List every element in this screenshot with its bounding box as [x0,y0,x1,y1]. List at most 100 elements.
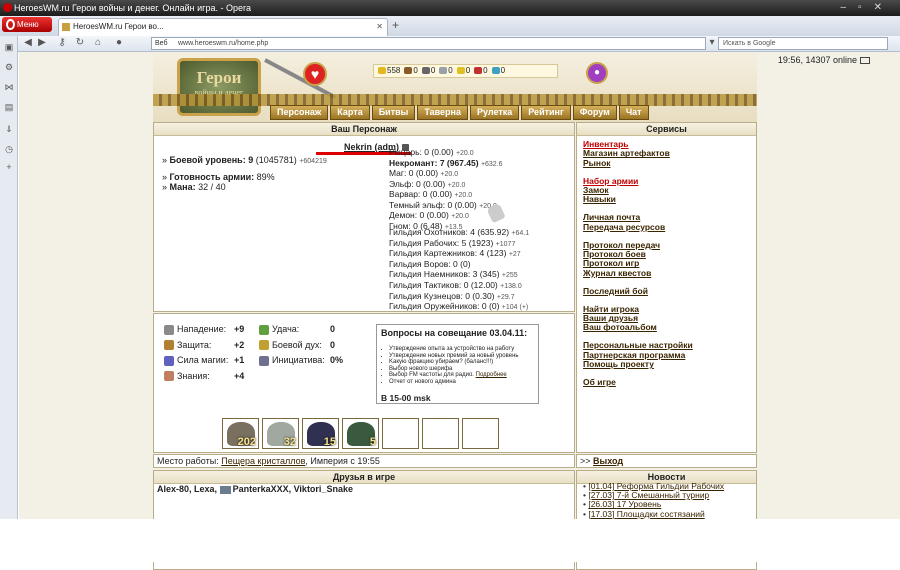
close-tab-icon[interactable]: ✕ [376,19,383,35]
attribute-value: +9 [234,324,245,334]
army-slot[interactable]: 32 [262,418,299,449]
army-ready: » Готовность армии: 89% [162,172,275,182]
army-slot[interactable]: 5 [342,418,379,449]
menu-item-6[interactable]: Рейтинг [521,105,571,120]
wood-icon [404,67,413,75]
faction-skills-list: Рыцарь: 0 (0.00) +20.0 Некромант: 7 (967.… [389,147,503,232]
news-item: [17.03] Площадки состязаний [583,509,724,519]
army-slot[interactable] [382,418,419,449]
settings-icon[interactable]: ⚙ [4,62,14,72]
guild-delta: +138.0 [500,282,522,290]
army-ready-value: 89% [256,172,275,182]
bookmarks-icon[interactable]: ▣ [4,42,14,52]
knowledge-icon [164,371,174,382]
resource-value: 0 [430,66,436,75]
guild-delta: +27 [508,251,521,259]
menu-item-1[interactable]: Персонаж [270,105,329,120]
guild-delta: +1077 [495,240,516,248]
add-panel-icon[interactable]: + [4,162,14,172]
workplace-link[interactable]: Пещера кристаллов [221,456,305,466]
friend-avatar-icon [219,485,231,494]
guild-value: 3 (345) [472,269,500,280]
service-row: Передача ресурсов [583,222,693,232]
window-controls[interactable]: –▫✕ [841,0,895,16]
service-link[interactable]: Передача ресурсов [583,222,665,232]
skill-value: 0 (0.00) [408,168,439,178]
meeting-item: Выбор FM частоты для радио. Подробнее [381,372,534,379]
skill-delta: +20.0 [447,181,466,189]
friends-list-a[interactable]: Alex-80, Lexa, [157,484,217,494]
service-link[interactable]: Ваш фотоальбом [583,322,657,332]
reload-icon[interactable]: ↻ [74,37,86,48]
widgets-icon[interactable]: ⋈ [4,82,14,92]
service-link[interactable]: Журнал квестов [583,268,651,278]
service-row: Журнал квестов [583,268,693,278]
history-icon[interactable]: ◷ [4,144,14,154]
downloads-icon[interactable]: ⇓ [4,124,14,134]
tab-heroeswm[interactable]: HeroesWM.ru Герои во... ✕ [58,18,388,36]
game-logo[interactable]: Герои войны и денег [177,58,261,116]
mana: » Мана: 32 / 40 [162,182,226,192]
key-icon[interactable]: ⚷ [56,37,68,48]
attribute-value: 0% [330,355,344,366]
back-icon[interactable]: ◀ [22,37,34,48]
guild-delta: +255 [501,272,518,280]
attribute-row: Инициатива: 0% [259,353,343,369]
opera-menu-button[interactable]: Меню [2,17,52,32]
mail-icon[interactable] [860,57,870,65]
opera-side-panel: ▣ ⚙ ⋈ ▤ ⇓ ◷ + [0,36,18,562]
attribute-row: Защита: +2 [164,338,244,354]
menu-item-7[interactable]: Форум [572,105,617,120]
service-link[interactable]: Об игре [583,377,616,387]
news-list: [01.04] Реформа Гильдии Рабочих[27.03] 7… [583,481,724,519]
resource-item: 0 [421,65,436,77]
friends-list-b[interactable]: PanterkaXXX, Viktori_Snake [233,484,353,494]
service-row: Об игре [583,377,693,387]
service-row: Ваш фотоальбом [583,323,693,332]
address-dropdown-icon[interactable]: ▾ [706,37,718,48]
skill-delta: +632.6 [480,160,503,168]
attribute-label: Инициатива: [272,355,325,366]
gems-icon [491,67,500,75]
home-icon[interactable]: ⌂ [92,37,104,48]
service-link[interactable]: Помощь проекту [583,359,654,369]
service-link[interactable]: Навыки [583,194,616,204]
army-slot[interactable]: 202 [222,418,259,449]
skill-value: 7 (967.45) [439,157,479,168]
unit-count: 32 [283,436,296,448]
service-link[interactable]: Последний бой [583,286,648,296]
notes-icon[interactable]: ▤ [4,102,14,112]
menu-item-8[interactable]: Чат [618,105,649,120]
army-slot[interactable]: 15 [302,418,339,449]
attribute-label: Удача: [272,324,300,334]
resource-value: 0 [465,66,471,75]
menu-item-4[interactable]: Таверна [417,105,468,120]
address-field[interactable]: Веб www.heroeswm.ru/home.php [151,37,706,50]
meeting-details-link[interactable]: Подробнее [476,372,507,378]
skill-name: Темный эльф: [389,199,446,210]
health-heart-icon: ♥ [303,62,327,86]
meeting-title: Вопросы на совещание 03.04.11: [381,328,528,338]
service-link[interactable]: Рынок [583,158,611,168]
search-input[interactable]: Искать в Google [718,37,888,50]
skill-value: 0 (0.00) [424,147,454,157]
skill-value: 0 (0.00) [415,178,446,189]
resource-item: 558 [378,65,400,77]
exit-link[interactable]: Выход [593,456,623,466]
blank-area [0,519,900,562]
guild-delta: +64.1 [511,230,530,237]
army-slot[interactable] [462,418,499,449]
menu-item-5[interactable]: Рулетка [469,105,520,120]
skill-name: Демон: [389,210,418,220]
menu-item-2[interactable]: Карта [330,105,370,120]
army-slot[interactable] [422,418,459,449]
mana-potion-icon: ● [586,62,608,84]
menu-item-3[interactable]: Битвы [371,105,416,120]
news-link[interactable]: [17.03] Площадки состязаний [588,509,704,519]
service-row: Помощь проекту [583,359,693,369]
new-tab-button[interactable]: + [392,18,399,32]
guild-name: Гильдия Воров: [389,258,451,269]
resources-bar: 558 0 0 0 0 0 0 [373,64,558,78]
forward-icon[interactable]: ▶ [36,37,48,48]
attributes-panel: Нападение: +9 Защита: +2 Сила магии: +1 Знания… [153,313,575,453]
